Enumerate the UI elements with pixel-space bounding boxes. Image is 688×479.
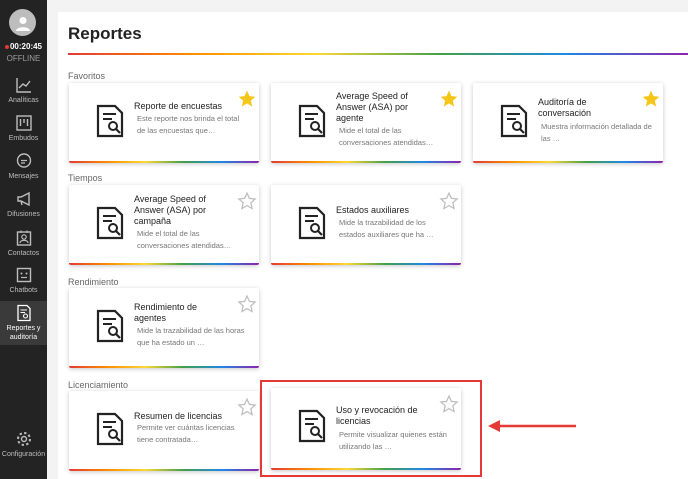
pointer-arrow-icon bbox=[488, 420, 576, 432]
card-description: Mide la trazabilidad de las horas que ha… bbox=[137, 326, 245, 347]
report-card-asa-campana[interactable]: Average Speed of Answer (ASA) por campañ… bbox=[69, 185, 259, 265]
avatar[interactable] bbox=[9, 9, 36, 36]
card-divider bbox=[473, 161, 663, 163]
status-dot bbox=[4, 44, 9, 49]
card-description: Este reporte nos brinda el total de las … bbox=[137, 114, 240, 135]
card-title: Auditoría de conversación bbox=[538, 97, 592, 118]
star-filled-icon[interactable] bbox=[641, 89, 661, 109]
sidebar-item-analiticas[interactable]: Analíticas bbox=[0, 76, 47, 106]
star-empty-icon[interactable] bbox=[439, 191, 459, 211]
chart-icon bbox=[15, 78, 31, 93]
funnel-icon bbox=[15, 115, 32, 131]
star-filled-icon[interactable] bbox=[237, 89, 257, 109]
card-title: Reporte de encuestas bbox=[134, 101, 223, 111]
card-description: Muestra información detallada de las … bbox=[541, 122, 652, 143]
card-divider bbox=[69, 263, 259, 265]
bot-icon bbox=[16, 267, 31, 283]
report-document-icon bbox=[96, 309, 124, 343]
card-title: Resumen de licencias bbox=[134, 411, 223, 421]
star-empty-icon[interactable] bbox=[237, 191, 257, 211]
report-card-resumen-licencias[interactable]: Resumen de licencias Permite ver cuántas… bbox=[69, 391, 259, 471]
card-description: Permite ver cuántas licencias tiene cont… bbox=[137, 423, 235, 444]
card-title: Rendimiento de agentes bbox=[134, 302, 198, 323]
card-title: Estados auxiliares bbox=[336, 205, 410, 215]
card-description: Mide el total de las conversaciones aten… bbox=[137, 229, 232, 250]
card-divider bbox=[271, 161, 461, 163]
sidebar-item-label: Analíticas bbox=[8, 97, 39, 104]
card-title: Average Speed of Answer (ASA) por campañ… bbox=[134, 194, 207, 226]
star-filled-icon[interactable] bbox=[439, 89, 459, 109]
report-card-auditoria[interactable]: Auditoría de conversación Muestra inform… bbox=[473, 83, 663, 163]
report-document-icon bbox=[96, 104, 124, 138]
sidebar-item-mensajes[interactable]: Mensajes bbox=[0, 152, 47, 182]
agent-status[interactable]: OFFLINE bbox=[0, 54, 47, 63]
chat-icon bbox=[16, 153, 31, 168]
title-divider bbox=[68, 53, 688, 55]
card-divider bbox=[69, 161, 259, 163]
card-divider bbox=[69, 469, 259, 471]
section-tiempos: Tiempos bbox=[68, 173, 103, 183]
report-document-icon bbox=[96, 206, 124, 240]
card-description: Mide el total de las conversaciones aten… bbox=[339, 126, 434, 147]
sidebar-item-embudos[interactable]: Embudos bbox=[0, 114, 47, 144]
sidebar-item-reportes[interactable]: Reportes y auditoría bbox=[0, 301, 47, 345]
sidebar-item-chatbots[interactable]: Chatbots bbox=[0, 266, 47, 296]
star-empty-icon[interactable] bbox=[237, 294, 257, 314]
report-card-asa-agente[interactable]: Average Speed of Answer (ASA) por agente… bbox=[271, 83, 461, 163]
section-licenciamiento: Licenciamiento bbox=[68, 380, 129, 390]
contacts-icon bbox=[16, 230, 31, 246]
section-favoritos: Favoritos bbox=[68, 71, 106, 81]
timer-value: 00:20:45 bbox=[9, 42, 43, 51]
sidebar-item-contactos[interactable]: Contactos bbox=[0, 229, 47, 259]
report-document-icon bbox=[298, 104, 326, 138]
report-document-icon bbox=[96, 412, 124, 446]
report-document-icon bbox=[298, 206, 326, 240]
gear-icon bbox=[16, 432, 31, 446]
report-card-encuestas[interactable]: Reporte de encuestas Este reporte nos br… bbox=[69, 83, 259, 163]
report-document-icon bbox=[500, 104, 528, 138]
report-icon bbox=[16, 304, 31, 322]
report-card-estados[interactable]: Estados auxiliares Mide la trazabilidad … bbox=[271, 185, 461, 265]
card-description: Mide la trazabilidad de los estados auxi… bbox=[339, 218, 434, 239]
sidebar-item-label: Embudos bbox=[8, 135, 39, 142]
page-title: Reportes bbox=[68, 24, 142, 43]
card-divider bbox=[69, 366, 259, 368]
sidebar-item-label: Reportes y auditoría bbox=[6, 325, 41, 341]
star-empty-icon[interactable] bbox=[237, 397, 257, 417]
sidebar-item-label: Chatbots bbox=[9, 287, 38, 294]
report-card-rendimiento-agentes[interactable]: Rendimiento de agentes Mide la trazabili… bbox=[69, 288, 259, 368]
card-title: Average Speed of Answer (ASA) por agente bbox=[336, 91, 409, 123]
sidebar-item-label: Difusiones bbox=[7, 211, 40, 218]
user-icon bbox=[15, 16, 30, 31]
section-rendimiento: Rendimiento bbox=[68, 277, 119, 287]
sidebar-item-label: Contactos bbox=[7, 250, 40, 257]
sidebar-item-configuracion[interactable]: Configuración bbox=[0, 430, 47, 460]
megaphone-icon bbox=[16, 191, 30, 207]
highlight-box bbox=[260, 380, 482, 477]
sidebar-item-label: Mensajes bbox=[8, 173, 39, 180]
sidebar: 00:20:45 OFFLINE Analíticas Embudos Mens… bbox=[0, 0, 47, 479]
card-divider bbox=[271, 263, 461, 265]
sidebar-item-label: Configuración bbox=[1, 451, 46, 458]
sidebar-item-difusiones[interactable]: Difusiones bbox=[0, 190, 47, 220]
session-timer: 00:20:45 bbox=[0, 42, 47, 51]
